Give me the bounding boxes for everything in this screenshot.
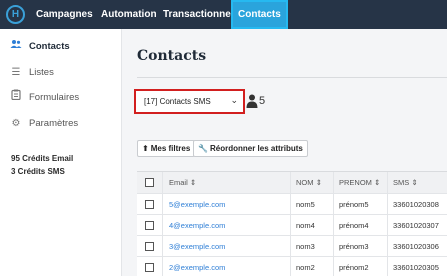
cell-nom: nom2 — [296, 263, 315, 272]
cell-prenom: prénom4 — [339, 221, 369, 230]
logo-icon[interactable]: H — [6, 5, 25, 24]
table-header: Email ⇕ NOM ⇕ PRENOM ⇕ SMS ⇕ — [137, 172, 447, 194]
column-header-sms[interactable]: SMS ⇕ — [393, 172, 418, 193]
top-navigation-bar: H Campagnes Automation Transactionnel Co… — [0, 0, 447, 29]
cell-email[interactable]: 4@exemple.com — [169, 215, 225, 235]
row-checkbox[interactable] — [145, 200, 154, 209]
cell-email[interactable]: 5@exemple.com — [169, 194, 225, 214]
cell-nom: nom3 — [296, 242, 315, 251]
email-credits: 95 Crédits Email — [11, 154, 74, 163]
cell-sms: 33601020306 — [393, 242, 439, 251]
my-filters-label: Mes filtres — [150, 144, 191, 153]
table-row[interactable]: 2@exemple.com nom2 prénom2 33601020305 — [137, 257, 447, 276]
column-header-nom[interactable]: NOM ⇕ — [296, 172, 322, 193]
clipboard-icon — [10, 86, 22, 110]
cell-sms: 33601020308 — [393, 200, 439, 209]
sidebar-item-listes[interactable]: ☰ Listes — [0, 61, 122, 85]
nav-campagnes[interactable]: Campagnes — [36, 0, 93, 29]
cell-sms: 33601020305 — [393, 263, 439, 272]
sidebar-item-label: Listes — [29, 67, 54, 78]
cell-email[interactable]: 2@exemple.com — [169, 257, 225, 276]
row-checkbox[interactable] — [145, 242, 154, 251]
column-header-prenom[interactable]: PRENOM ⇕ — [339, 172, 380, 193]
reorder-attributes-button[interactable]: 🔧 Réordonner les attributs — [193, 140, 308, 157]
row-checkbox[interactable] — [145, 263, 154, 272]
column-divider — [290, 172, 291, 276]
wrench-icon: 🔧 — [198, 144, 208, 153]
sms-credits: 3 Crédits SMS — [11, 167, 65, 176]
users-icon — [10, 35, 22, 59]
list-select-value: [17] Contacts SMS — [144, 97, 211, 106]
user-icon — [246, 94, 258, 108]
nav-contacts[interactable]: Contacts — [231, 0, 288, 29]
cell-email[interactable]: 3@exemple.com — [169, 236, 225, 256]
select-all-checkbox[interactable] — [145, 178, 154, 187]
table-row[interactable]: 4@exemple.com nom4 prénom4 33601020307 — [137, 215, 447, 236]
column-divider — [333, 172, 334, 276]
nav-automation[interactable]: Automation — [101, 0, 157, 29]
list-icon: ☰ — [11, 67, 21, 78]
sidebar-item-label: Formulaires — [29, 92, 80, 103]
sidebar: Contacts ☰ Listes Formulaires ⚙ Paramètr… — [0, 29, 122, 276]
upload-icon: ⬆ — [142, 144, 149, 153]
my-filters-button[interactable]: ⬆ Mes filtres — [137, 140, 196, 157]
nav-transactionnel[interactable]: Transactionnel — [163, 0, 234, 29]
list-select[interactable]: [17] Contacts SMS ⌄ — [134, 89, 245, 114]
cell-prenom: prénom3 — [339, 242, 369, 251]
table-row[interactable]: 5@exemple.com nom5 prénom5 33601020308 — [137, 194, 447, 215]
column-divider — [162, 172, 163, 276]
reorder-attributes-label: Réordonner les attributs — [209, 144, 303, 153]
sidebar-item-label: Contacts — [29, 41, 70, 52]
contacts-table: Email ⇕ NOM ⇕ PRENOM ⇕ SMS ⇕ 5@exemple.c… — [137, 171, 447, 276]
divider — [137, 77, 447, 78]
cell-prenom: prénom2 — [339, 263, 369, 272]
sidebar-item-formulaires[interactable]: Formulaires — [0, 86, 122, 110]
contact-count: 5 — [259, 95, 266, 107]
cell-sms: 33601020307 — [393, 221, 439, 230]
cell-prenom: prénom5 — [339, 200, 369, 209]
table-row[interactable]: 3@exemple.com nom3 prénom3 33601020306 — [137, 236, 447, 257]
gear-icon: ⚙ — [11, 118, 21, 129]
cell-nom: nom4 — [296, 221, 315, 230]
sidebar-item-label: Paramètres — [29, 118, 79, 129]
cell-nom: nom5 — [296, 200, 315, 209]
sidebar-item-parametres[interactable]: ⚙ Paramètres — [0, 112, 122, 136]
page-title: Contacts — [137, 48, 207, 64]
sidebar-item-contacts[interactable]: Contacts — [0, 35, 122, 59]
column-divider — [387, 172, 388, 276]
chevron-down-icon: ⌄ — [230, 95, 238, 105]
column-header-email[interactable]: Email ⇕ — [169, 172, 196, 193]
row-checkbox[interactable] — [145, 221, 154, 230]
